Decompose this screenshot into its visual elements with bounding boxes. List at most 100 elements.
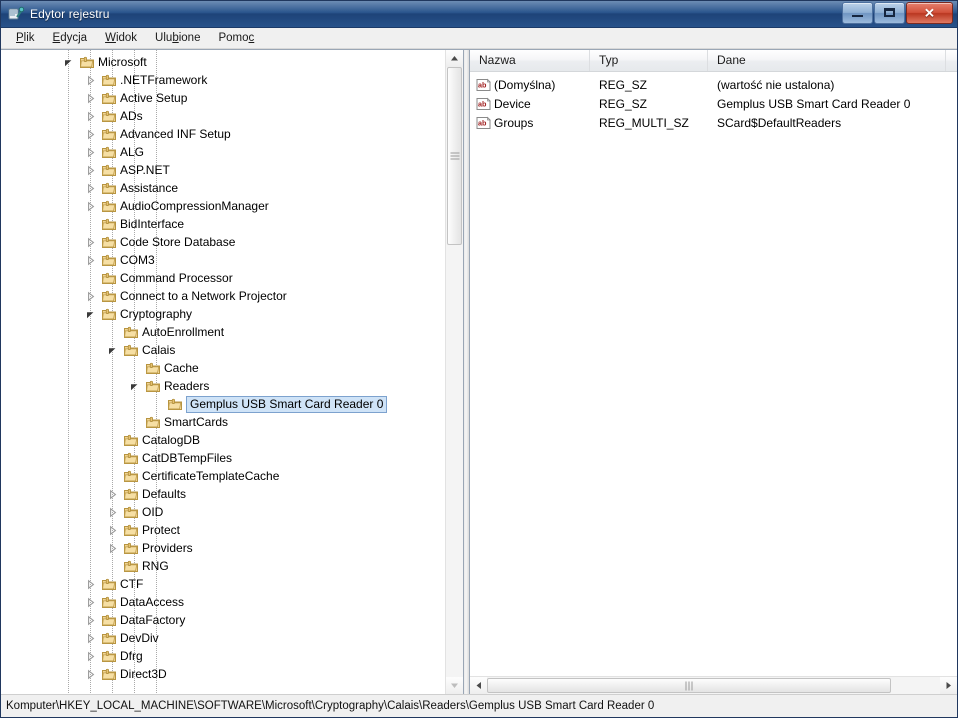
column-header-nazwa[interactable]: Nazwa — [470, 50, 590, 71]
registry-key-folder-icon — [123, 343, 139, 358]
tree-node[interactable]: SmartCards — [1, 413, 446, 431]
menu-bar: Plik Edycja Widok Ulubione Pomoc — [1, 28, 957, 49]
tree-node[interactable]: Command Processor — [1, 269, 446, 287]
svg-text:ab: ab — [478, 81, 487, 90]
menu-item-ulubione[interactable]: Ulubione — [146, 30, 209, 46]
expand-triangle-icon[interactable] — [85, 75, 96, 86]
tree-node[interactable]: DevDiv — [1, 629, 446, 647]
expand-triangle-icon[interactable] — [85, 255, 96, 266]
tree-node[interactable]: CTF — [1, 575, 446, 593]
registry-values-list[interactable]: ab (Domyślna) REG_SZ (wartość nie ustalona)… — [470, 72, 957, 676]
expand-triangle-icon[interactable] — [85, 291, 96, 302]
value-row[interactable]: ab Device REG_SZ Gemplus USB Smart Card Rea… — [470, 95, 957, 114]
expand-triangle-icon[interactable] — [107, 525, 118, 536]
expand-triangle-icon[interactable] — [107, 489, 118, 500]
expand-triangle-icon[interactable] — [85, 129, 96, 140]
tree-node[interactable]: ASP.NET — [1, 161, 446, 179]
expand-triangle-icon[interactable] — [85, 165, 96, 176]
tree-node[interactable]: Defaults — [1, 485, 446, 503]
registry-editor-icon — [8, 6, 24, 22]
tree-node[interactable]: RNG — [1, 557, 446, 575]
title-bar[interactable]: Edytor rejestru ✕ — [1, 1, 957, 28]
expand-triangle-icon[interactable] — [85, 633, 96, 644]
scroll-left-button[interactable] — [470, 677, 487, 694]
registry-key-folder-icon — [123, 541, 139, 556]
scroll-up-button[interactable] — [446, 50, 463, 67]
registry-key-folder-icon — [79, 55, 95, 70]
tree-node[interactable]: COM3 — [1, 251, 446, 269]
tree-node-label: Gemplus USB Smart Card Reader 0 — [186, 396, 388, 413]
tree-node-label: DataFactory — [120, 613, 186, 627]
tree-node[interactable]: Protect — [1, 521, 446, 539]
expand-triangle-icon[interactable] — [85, 615, 96, 626]
close-button[interactable]: ✕ — [906, 2, 953, 24]
collapse-triangle-icon[interactable] — [107, 345, 118, 356]
menu-item-plik[interactable]: Plik — [7, 30, 44, 46]
tree-node[interactable]: Dfrg — [1, 647, 446, 665]
tree-node[interactable]: CatalogDB — [1, 431, 446, 449]
pane-splitter[interactable] — [463, 50, 470, 694]
list-scrollbar-thumb[interactable] — [487, 678, 891, 693]
expand-triangle-icon[interactable] — [85, 669, 96, 680]
expand-triangle-icon[interactable] — [85, 201, 96, 212]
column-header-typ[interactable]: Typ — [590, 50, 708, 71]
tree-node[interactable]: Readers — [1, 377, 446, 395]
column-header-dane[interactable]: Dane — [708, 50, 946, 71]
registry-key-folder-icon — [101, 73, 117, 88]
tree-node-selected[interactable]: Gemplus USB Smart Card Reader 0 — [1, 395, 446, 413]
tree-node[interactable]: Cache — [1, 359, 446, 377]
list-horizontal-scrollbar[interactable] — [470, 676, 957, 694]
tree-scrollbar-thumb[interactable] — [447, 67, 462, 245]
expand-triangle-icon[interactable] — [85, 579, 96, 590]
scroll-right-button[interactable] — [940, 677, 957, 694]
expand-triangle-icon[interactable] — [85, 93, 96, 104]
tree-node[interactable]: Cryptography — [1, 305, 446, 323]
tree-node[interactable]: CertificateTemplateCache — [1, 467, 446, 485]
tree-node[interactable]: Advanced INF Setup — [1, 125, 446, 143]
tree-node[interactable]: AudioCompressionManager — [1, 197, 446, 215]
menu-item-pomoc[interactable]: Pomoc — [209, 30, 263, 46]
tree-node[interactable]: Code Store Database — [1, 233, 446, 251]
scroll-down-button[interactable] — [446, 677, 463, 694]
tree-node[interactable]: ALG — [1, 143, 446, 161]
expand-triangle-icon[interactable] — [85, 111, 96, 122]
expand-triangle-icon[interactable] — [85, 147, 96, 158]
tree-node[interactable]: Direct3D — [1, 665, 446, 683]
menu-item-widok[interactable]: Widok — [96, 30, 146, 46]
tree-vertical-scrollbar[interactable] — [445, 50, 463, 694]
tree-node[interactable]: Active Setup — [1, 89, 446, 107]
value-row[interactable]: ab Groups REG_MULTI_SZ SCard$DefaultReaders — [470, 114, 957, 133]
tree-node[interactable]: .NETFramework — [1, 71, 446, 89]
status-path: Komputer\HKEY_LOCAL_MACHINE\SOFTWARE\Mic… — [6, 700, 655, 712]
tree-node[interactable]: OID — [1, 503, 446, 521]
tree-node[interactable]: AutoEnrollment — [1, 323, 446, 341]
tree-node[interactable]: Connect to a Network Projector — [1, 287, 446, 305]
expand-triangle-icon[interactable] — [107, 507, 118, 518]
registry-editor-window: Edytor rejestru ✕ Plik Edycja Widok Ulub… — [0, 0, 958, 718]
collapse-triangle-icon[interactable] — [85, 309, 96, 320]
expand-triangle-icon[interactable] — [85, 651, 96, 662]
expand-triangle-icon[interactable] — [85, 183, 96, 194]
expand-triangle-icon[interactable] — [85, 237, 96, 248]
tree-node[interactable]: ADs — [1, 107, 446, 125]
minimize-button[interactable] — [842, 2, 873, 24]
collapse-triangle-icon[interactable] — [63, 57, 74, 68]
tree-node[interactable]: DataAccess — [1, 593, 446, 611]
menu-item-edycja[interactable]: Edycja — [44, 30, 97, 46]
tree-node-label: Readers — [164, 379, 210, 393]
expand-triangle-icon[interactable] — [107, 543, 118, 554]
tree-node[interactable]: Calais — [1, 341, 446, 359]
collapse-triangle-icon[interactable] — [129, 381, 140, 392]
tree-node[interactable]: Providers — [1, 539, 446, 557]
tree-node[interactable]: DataFactory — [1, 611, 446, 629]
registry-key-folder-icon — [101, 595, 117, 610]
registry-key-folder-icon — [123, 325, 139, 340]
tree-node[interactable]: CatDBTempFiles — [1, 449, 446, 467]
value-row[interactable]: ab (Domyślna) REG_SZ (wartość nie ustalona) — [470, 76, 957, 95]
tree-node[interactable]: Microsoft — [1, 53, 446, 71]
list-column-headers[interactable]: Nazwa Typ Dane — [470, 50, 957, 72]
tree-node[interactable]: BidInterface — [1, 215, 446, 233]
maximize-button[interactable] — [874, 2, 905, 24]
tree-node[interactable]: Assistance — [1, 179, 446, 197]
expand-triangle-icon[interactable] — [85, 597, 96, 608]
